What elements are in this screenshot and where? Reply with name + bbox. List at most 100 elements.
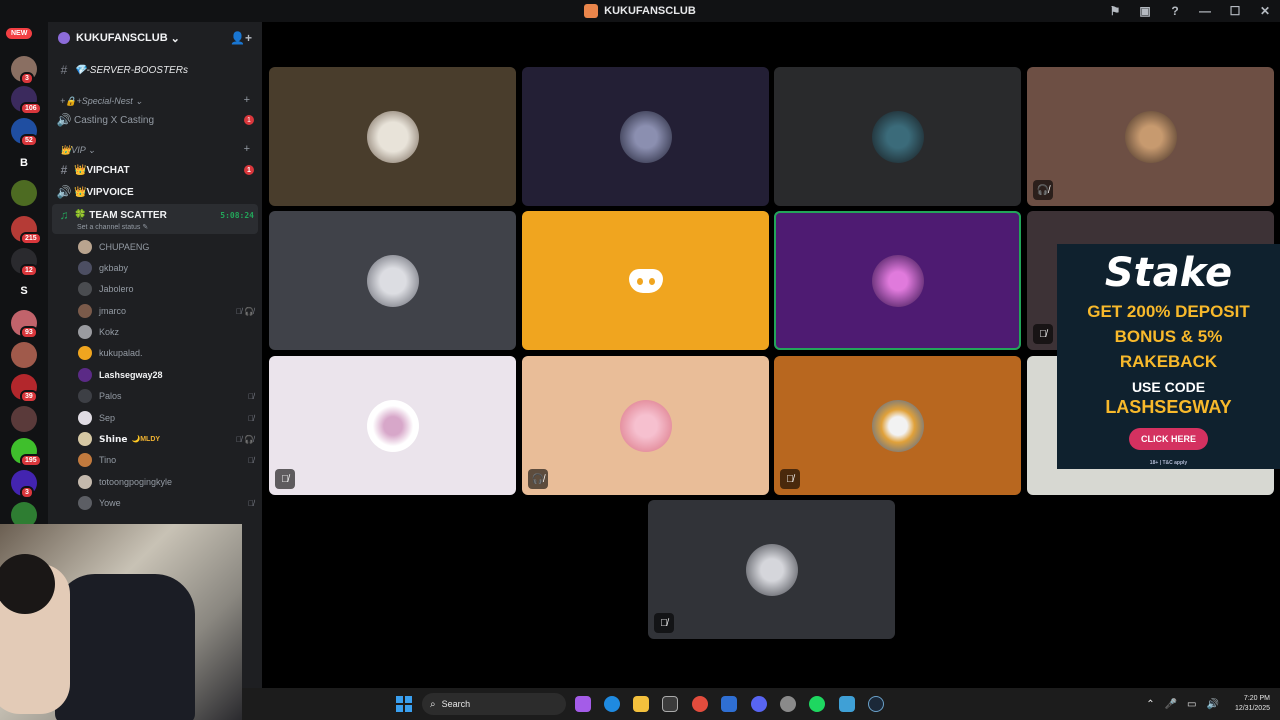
voice-user[interactable]: jmarco 🎙̸ 🎧̸: [78, 301, 254, 321]
voice-user[interactable]: Tino 🎙̸: [78, 450, 254, 470]
help-icon[interactable]: ?: [1160, 4, 1190, 18]
server-icon-b[interactable]: B: [11, 150, 37, 176]
voice-user[interactable]: 𝗦𝗵𝗶𝗻𝗲 🌙MLDY 🎙̸ 🎧̸: [78, 429, 254, 449]
participant-tile[interactable]: [774, 67, 1021, 206]
channel-casting[interactable]: 🔊 Casting X Casting 1: [54, 110, 258, 130]
participant-tile[interactable]: [269, 211, 516, 350]
channel-vipchat[interactable]: # 👑VIPCHAT 1: [54, 160, 258, 180]
muted-icon: 🎙̸: [780, 469, 800, 489]
screen-share-icon[interactable]: ▣: [1130, 4, 1160, 18]
user-tag: 🌙MLDY: [131, 436, 161, 443]
participant-tile[interactable]: [269, 67, 516, 206]
channel-label: 💎-SERVER-BOOSTERs: [74, 64, 188, 76]
channel-status[interactable]: Set a channel status ✎: [77, 223, 148, 231]
chevron-down-icon: ⌄: [170, 32, 180, 45]
participant-tile[interactable]: 🎙̸: [774, 356, 1021, 495]
participant-tile[interactable]: [522, 211, 769, 350]
avatar: [366, 110, 419, 163]
file-explorer-icon[interactable]: [633, 696, 649, 712]
server-header[interactable]: KUKUFANSCLUB ⌄ 👤+: [48, 22, 262, 54]
voice-user[interactable]: totoongpogingkyle: [78, 472, 254, 492]
mail-icon[interactable]: [721, 696, 737, 712]
participant-tile[interactable]: [522, 67, 769, 206]
add-channel-icon[interactable]: +: [244, 143, 250, 155]
server-icon[interactable]: [11, 342, 37, 368]
voice-active-icon: ♫: [59, 208, 69, 222]
volume-icon[interactable]: 🔊: [1207, 699, 1219, 710]
user-status-icons: 🎙̸ 🎧̸: [235, 434, 254, 444]
channel-vipvoice[interactable]: 🔊 👑VIPVOICE: [54, 182, 258, 202]
copilot-icon[interactable]: [575, 696, 591, 712]
inbox-icon[interactable]: ⚑: [1100, 4, 1130, 18]
deafened-icon: 🎧̸: [1033, 180, 1053, 200]
username: Tino: [99, 455, 117, 465]
minimize-button[interactable]: —: [1190, 4, 1220, 18]
add-user-icon[interactable]: 👤+: [230, 31, 252, 45]
voice-user[interactable]: Jabolero: [78, 279, 254, 299]
server-icon-s[interactable]: S: [11, 278, 37, 304]
ad-terms: 18+ | T&C apply: [1149, 460, 1188, 466]
store-icon[interactable]: [662, 696, 678, 712]
stake-ad-banner[interactable]: Stake GET 200% DEPOSIT BONUS & 5% RAKEBA…: [1057, 244, 1280, 469]
participant-tile[interactable]: 🎧̸: [522, 356, 769, 495]
avatar: [619, 110, 672, 163]
start-button[interactable]: [396, 696, 412, 712]
time: 7:20 PM: [1243, 695, 1270, 702]
ad-offer-line: RAKEBACK: [1119, 352, 1218, 371]
taskbar-search[interactable]: ⌕ Search: [422, 693, 566, 715]
steam-icon[interactable]: [868, 696, 884, 712]
add-channel-icon[interactable]: +: [244, 94, 250, 106]
voice-user[interactable]: Lashsegway28: [78, 365, 254, 385]
username: kukupalad.: [99, 348, 143, 358]
avatar: [871, 254, 924, 307]
avatar: [78, 496, 92, 510]
avatar: [745, 543, 798, 596]
chevron-up-icon[interactable]: ⌃: [1146, 699, 1154, 710]
spotify-icon[interactable]: [809, 696, 825, 712]
avatar: [78, 389, 92, 403]
voice-user[interactable]: Yowe 🎙̸: [78, 493, 254, 513]
participant-tile[interactable]: 🎙̸: [648, 500, 895, 639]
voice-user[interactable]: Sep 🎙̸: [78, 408, 254, 428]
participant-tile[interactable]: 🎧̸: [1027, 67, 1274, 206]
mention-badge: 3: [20, 72, 34, 85]
participant-tile-speaking[interactable]: [774, 211, 1021, 350]
ad-click-here-button[interactable]: CLICK HERE: [1128, 428, 1208, 450]
channel-team-scatter[interactable]: ♫ 🍀 TEAM SCATTER 5:08:24: [54, 205, 258, 225]
server-icon[interactable]: [11, 180, 37, 206]
category-vip[interactable]: 👑VIP ⌄: [60, 145, 95, 156]
username: Jabolero: [99, 284, 134, 294]
avatar: [78, 453, 92, 467]
ad-offer-line: GET 200% DEPOSIT: [1087, 302, 1250, 321]
clock[interactable]: 7:20 PM 12/31/2025: [1235, 694, 1270, 714]
window-titlebar: KUKUFANSCLUB ⚑ ▣ ? — ☐ ✕: [0, 0, 1280, 22]
search-placeholder: Search: [441, 699, 471, 709]
obs-icon[interactable]: [780, 696, 796, 712]
category-special-nest[interactable]: +🔒+Special-Nest ⌄: [60, 96, 143, 107]
mention-badge: 106: [20, 102, 42, 115]
discord-icon[interactable]: [751, 696, 767, 712]
muted-icon: 🎙̸: [1033, 324, 1053, 344]
network-icon[interactable]: ▭: [1187, 699, 1196, 710]
chrome-icon[interactable]: [692, 696, 708, 712]
voice-user[interactable]: Palos 🎙̸: [78, 386, 254, 406]
user-status-icons: 🎙̸ 🎧̸: [235, 306, 254, 316]
voice-user[interactable]: gkbaby: [78, 258, 254, 278]
avatar: [78, 304, 92, 318]
voice-user[interactable]: CHUPAENG: [78, 237, 254, 257]
mention-badge: 39: [20, 390, 38, 403]
new-badge: NEW: [6, 28, 33, 39]
voice-user[interactable]: kukupalad.: [78, 343, 254, 363]
avatar: [78, 411, 92, 425]
maximize-button[interactable]: ☐: [1220, 4, 1250, 18]
server-icon[interactable]: [11, 406, 37, 432]
username: CHUPAENG: [99, 242, 150, 252]
microphone-icon[interactable]: 🎤: [1165, 699, 1177, 710]
notepad-icon[interactable]: [839, 696, 855, 712]
channel-server-boosters[interactable]: # 💎-SERVER-BOOSTERs: [54, 60, 258, 80]
windows-taskbar: ⌕ Search ⌃ 🎤 ▭ 🔊 7:20 PM 12/31/2025: [242, 688, 1280, 720]
edge-icon[interactable]: [604, 696, 620, 712]
participant-tile[interactable]: 🎙̸: [269, 356, 516, 495]
close-button[interactable]: ✕: [1250, 4, 1280, 18]
voice-user[interactable]: Kokz: [78, 322, 254, 342]
